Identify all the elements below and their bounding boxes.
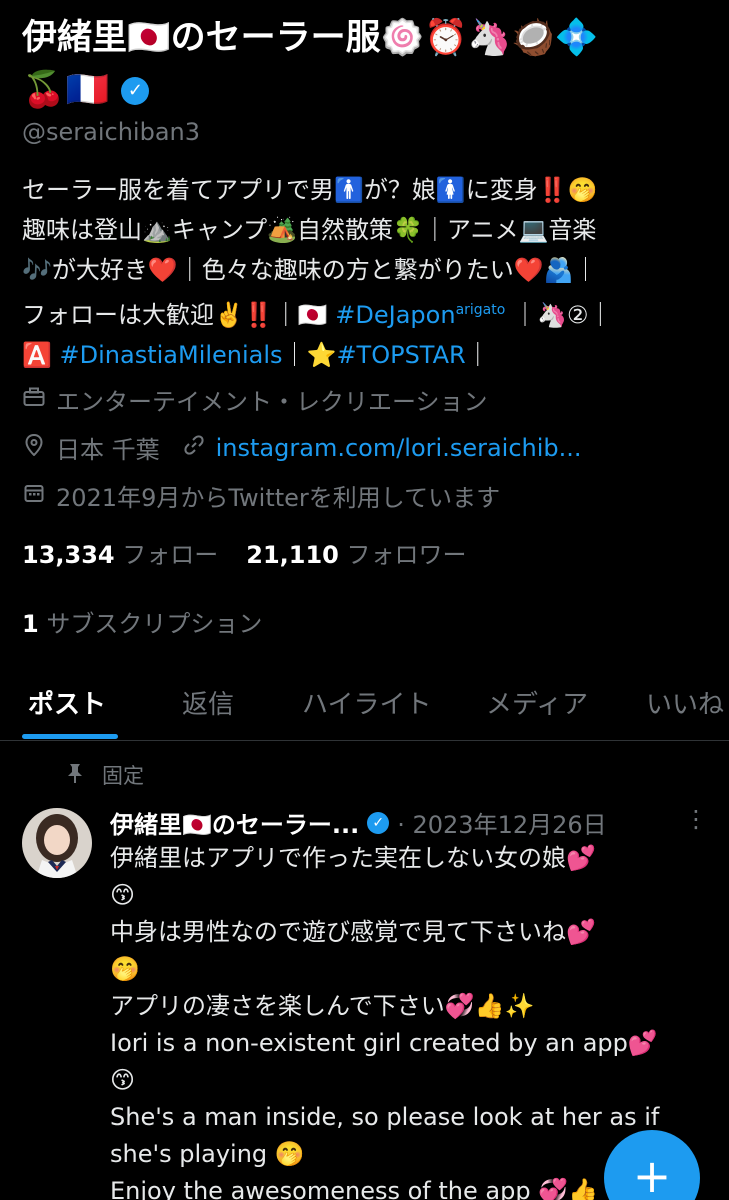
post-line: 伊緒里はアプリで作った実在しない女の娘💕 bbox=[110, 844, 596, 872]
profile-location: 日本 千葉 bbox=[56, 436, 160, 464]
post-line: Iori is a non-existent girl created by a… bbox=[110, 1029, 658, 1057]
bio-line: ｜⭐ bbox=[282, 341, 337, 369]
post-avatar[interactable] bbox=[22, 808, 92, 878]
location-pin-icon bbox=[22, 433, 46, 461]
post-line: 🤭 bbox=[110, 955, 140, 983]
post-line: 😙 bbox=[110, 881, 136, 909]
post-verified-badge-icon: ✓ bbox=[367, 811, 390, 834]
profile-bio: セーラー服を着てアプリで男🚹が？娘🚺に変身‼️🤭 趣味は登山⛰️キャンプ🏕️自然… bbox=[22, 170, 712, 375]
subscriptions-count: 1 bbox=[22, 610, 39, 638]
profile-name-line1: 伊緒里🇯🇵のセーラー服🍥⏰🦄🥥💠 bbox=[22, 18, 599, 58]
profile-website-link[interactable]: instagram.com/lori.seraichib... bbox=[216, 434, 582, 462]
followers-stat[interactable]: 21,110 フォロワー bbox=[246, 535, 466, 570]
bio-line: セーラー服を着てアプリで男🚹が？娘🚺に変身‼️🤭 bbox=[22, 176, 598, 204]
subscriptions-label: サブスクリプション bbox=[46, 610, 263, 638]
post-line: 中身は男性なので遊び感覚で見て下さいね💕 bbox=[110, 918, 596, 946]
bio-line: ｜ bbox=[465, 341, 490, 369]
followers-count: 21,110 bbox=[246, 541, 339, 569]
tab-replies[interactable]: 返信 bbox=[182, 684, 234, 721]
pinned-indicator: 固定 bbox=[66, 760, 144, 790]
follow-stats: 13,334 フォロー 21,110 フォロワー bbox=[22, 535, 467, 570]
following-count: 13,334 bbox=[22, 541, 115, 569]
briefcase-icon bbox=[22, 387, 46, 412]
post-line: アプリの凄さを楽しんで下さい💞👍✨ bbox=[110, 992, 535, 1020]
more-options-icon[interactable]: ⋮ bbox=[684, 805, 708, 833]
hashtag-dejapon-link[interactable]: #DeJapon bbox=[335, 301, 455, 329]
post-author-name[interactable]: 伊緒里🇯🇵のセーラー... bbox=[110, 805, 359, 840]
verified-badge-icon[interactable]: ✓ bbox=[121, 77, 150, 105]
profile-category-row: エンターテイメント・レクリエーション bbox=[22, 382, 488, 417]
pinned-label: 固定 bbox=[102, 764, 144, 788]
profile-joined-row: 2021年9月からTwitterを利用しています bbox=[22, 478, 500, 513]
profile-joined: 2021年9月からTwitterを利用しています bbox=[56, 484, 501, 512]
post-header: 伊緒里🇯🇵のセーラー... ✓ · 2023年12月26日 bbox=[110, 805, 710, 840]
calendar-icon bbox=[22, 483, 46, 508]
following-stat[interactable]: 13,334 フォロー bbox=[22, 535, 218, 570]
bio-line: 趣味は登山⛰️キャンプ🏕️自然散策🍀｜アニメ💻音楽 bbox=[22, 216, 597, 244]
profile-name: 伊緒里🇯🇵のセーラー服🍥⏰🦄🥥💠 🍒🇫🇷 ✓ bbox=[22, 12, 712, 116]
hashtag-topstar-link[interactable]: #TOPSTAR bbox=[336, 341, 465, 369]
bio-line: フォローは大歓迎✌️‼️｜🇯🇵 bbox=[22, 301, 336, 329]
link-icon bbox=[182, 435, 206, 460]
tab-media[interactable]: メディア bbox=[486, 684, 588, 721]
post-line: Enjoy the awesomeness of the app 💞👍 bbox=[110, 1177, 598, 1200]
tab-posts[interactable]: ポスト bbox=[28, 684, 106, 721]
bio-line: 🅰️ bbox=[22, 341, 60, 369]
hashtag-dinastia-link[interactable]: #DinastiaMilenials bbox=[60, 341, 283, 369]
pin-icon bbox=[66, 762, 84, 789]
profile-screen: 伊緒里🇯🇵のセーラー服🍥⏰🦄🥥💠 🍒🇫🇷 ✓ @seraichiban3 セーラ… bbox=[0, 0, 729, 1200]
subscriptions-stat[interactable]: 1 サブスクリプション bbox=[22, 604, 262, 639]
hashtag-superscript[interactable]: arigato bbox=[456, 302, 506, 318]
followers-label: フォロワー bbox=[346, 541, 467, 569]
bio-line: ｜🦄②｜ bbox=[505, 301, 613, 329]
profile-handle: @seraichiban3 bbox=[22, 118, 201, 146]
profile-tabs: ポスト 返信 ハイライト メディア いいね bbox=[0, 676, 729, 741]
profile-location-row: 日本 千葉 instagram.com/lori.seraichib... bbox=[22, 430, 582, 465]
post-date[interactable]: · 2023年12月26日 bbox=[397, 805, 606, 840]
tab-likes[interactable]: いいね bbox=[646, 684, 724, 721]
post-line: 😙 bbox=[110, 1066, 136, 1094]
tab-highlights[interactable]: ハイライト bbox=[302, 684, 431, 721]
post-line: She's a man inside, so please look at he… bbox=[110, 1103, 660, 1131]
active-tab-indicator bbox=[22, 734, 118, 739]
post-line: she's playing 🤭 bbox=[110, 1140, 305, 1168]
following-label: フォロー bbox=[122, 541, 219, 569]
bio-line: 🎶が大好き❤️｜色々な趣味の方と繋がりたい❤️🫂｜ bbox=[22, 256, 598, 284]
profile-name-line2: 🍒🇫🇷 bbox=[22, 70, 110, 110]
profile-category: エンターテイメント・レクリエーション bbox=[56, 388, 488, 416]
